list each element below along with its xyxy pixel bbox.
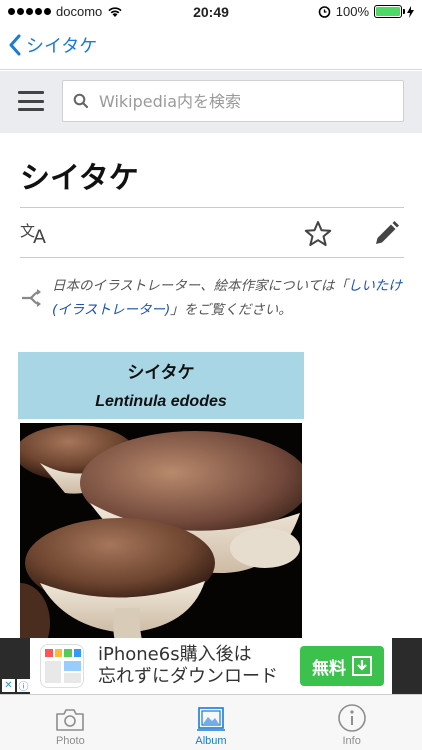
ad-close-icon[interactable]: ✕	[2, 679, 15, 692]
camera-icon	[56, 709, 85, 731]
search-box[interactable]	[62, 80, 404, 122]
page-title: シイタケ	[20, 153, 404, 208]
tab-bar: Photo Album Info	[0, 694, 422, 750]
back-button-label: シイタケ	[26, 36, 98, 57]
tab-photo[interactable]: Photo	[0, 695, 141, 750]
back-button[interactable]: シイタケ	[8, 32, 97, 58]
infobox-name: シイタケ	[127, 363, 195, 383]
info-icon	[337, 704, 366, 732]
charging-icon	[407, 5, 414, 18]
chevron-left-icon	[9, 34, 21, 56]
tab-album[interactable]: Album	[141, 695, 282, 750]
watch-star-button[interactable]	[304, 220, 332, 252]
infobox-scientific-name: Lentinula edodes	[95, 393, 227, 410]
star-icon	[304, 221, 332, 246]
wiki-header	[0, 71, 422, 133]
infobox-header: シイタケ Lentinula edodes	[18, 352, 304, 419]
ad-download-button[interactable]: 無料	[300, 646, 384, 686]
translate-icon: 文 A	[20, 222, 46, 248]
status-bar: docomo 20:49 100%	[0, 0, 422, 24]
disambiguation-icon	[22, 289, 41, 307]
pencil-icon	[376, 221, 399, 244]
download-icon	[352, 656, 372, 676]
app-icon	[40, 644, 84, 688]
battery-icon	[374, 5, 405, 18]
shiitake-photo[interactable]	[20, 423, 302, 653]
ad-banner[interactable]: iPhone6s購入後は 忘れずにダウンロード 無料 ✕ ⓘ	[0, 638, 422, 694]
ad-info-icon[interactable]: ⓘ	[17, 679, 30, 693]
hatnote: 日本のイラストレーター、絵本作家については「しいたけ (イラストレーター)」をご…	[20, 274, 404, 322]
tab-info[interactable]: Info	[281, 695, 422, 750]
battery-percent: 100%	[335, 4, 369, 19]
svg-text:A: A	[33, 226, 46, 246]
album-icon	[197, 707, 225, 731]
edit-button[interactable]	[372, 220, 400, 252]
alarm-icon	[318, 6, 331, 18]
ad-line-1: iPhone6s購入後は	[98, 644, 252, 665]
search-input[interactable]	[99, 91, 389, 111]
language-button[interactable]: 文 A	[20, 220, 50, 250]
infobox: シイタケ Lentinula edodes	[18, 352, 304, 653]
ad-line-2: 忘れずにダウンロード	[98, 666, 278, 687]
page-actions: 文 A	[20, 208, 404, 258]
hamburger-menu-icon[interactable]	[18, 91, 44, 111]
article-content: シイタケ 文 A 日本のイラストレーター、絵本作家については「しいたけ (イラス…	[20, 133, 404, 322]
navigation-bar: シイタケ	[0, 24, 422, 70]
search-icon	[73, 93, 89, 109]
